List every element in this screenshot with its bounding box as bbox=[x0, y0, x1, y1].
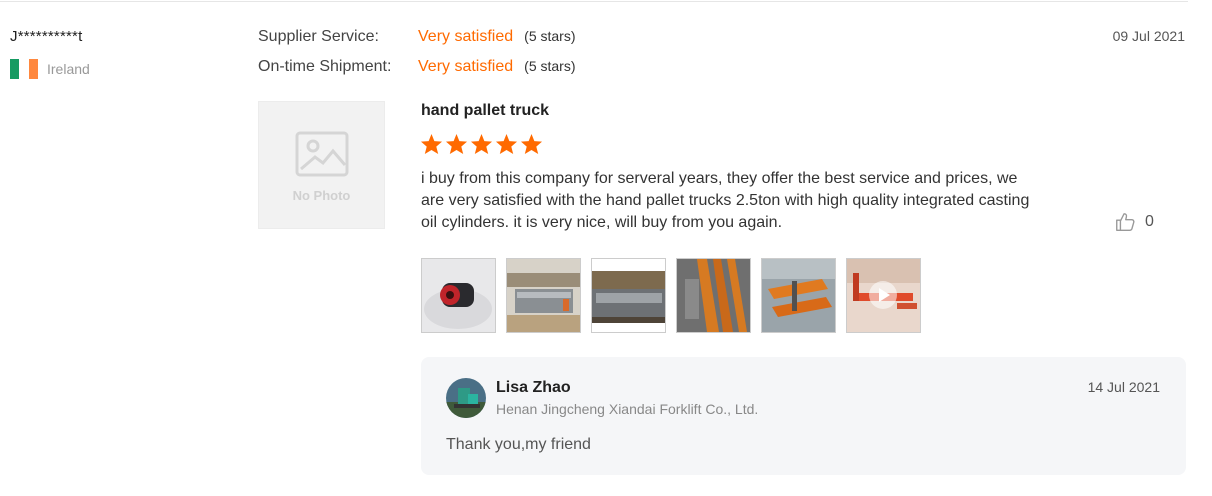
reply-company-name: Henan Jingcheng Xiandai Forklift Co., Lt… bbox=[496, 401, 759, 417]
rating-stars-text: (5 stars) bbox=[524, 28, 576, 44]
star-icon bbox=[520, 133, 543, 155]
no-photo-label: No Photo bbox=[292, 188, 351, 203]
review-photos bbox=[421, 258, 921, 333]
photo-thumbnail[interactable] bbox=[591, 258, 666, 333]
product-image-placeholder: No Photo bbox=[258, 101, 385, 229]
like-count: 0 bbox=[1145, 213, 1154, 230]
star-icon bbox=[445, 133, 468, 155]
reply-date: 14 Jul 2021 bbox=[1087, 379, 1160, 395]
product-title: hand pallet truck bbox=[421, 102, 550, 119]
star-icon bbox=[420, 133, 443, 155]
country-name: Ireland bbox=[47, 61, 90, 77]
photo-thumbnail[interactable] bbox=[421, 258, 496, 333]
star-icon bbox=[470, 133, 493, 155]
photo-thumbnail[interactable] bbox=[506, 258, 581, 333]
rating-supplier-service: Supplier Service: Very satisfied (5 star… bbox=[258, 28, 576, 46]
rating-label: On-time Shipment: bbox=[258, 58, 392, 75]
photo-thumbnail[interactable] bbox=[676, 258, 751, 333]
thumbs-up-icon bbox=[1116, 213, 1135, 231]
rating-ontime-shipment: On-time Shipment: Very satisfied (5 star… bbox=[258, 58, 576, 76]
review-date: 09 Jul 2021 bbox=[1112, 28, 1185, 44]
like-button[interactable]: 0 bbox=[1114, 211, 1154, 233]
ireland-flag-icon bbox=[10, 59, 38, 79]
review-text: i buy from this company for serveral yea… bbox=[421, 170, 1030, 231]
product-rating-stars bbox=[420, 133, 543, 155]
rating-label: Supplier Service: bbox=[258, 28, 379, 45]
rating-stars-text: (5 stars) bbox=[524, 58, 576, 74]
buyer-country: Ireland bbox=[10, 59, 90, 79]
image-placeholder-icon bbox=[295, 131, 349, 177]
buyer-name: J**********t bbox=[10, 28, 83, 45]
avatar bbox=[446, 378, 486, 418]
rating-value: Very satisfied bbox=[418, 58, 514, 75]
reply-author-name: Lisa Zhao bbox=[496, 379, 571, 396]
top-divider bbox=[0, 1, 1188, 2]
reply-text: Thank you,my friend bbox=[446, 436, 591, 453]
rating-value: Very satisfied bbox=[418, 28, 514, 45]
supplier-reply: Lisa Zhao Henan Jingcheng Xiandai Forkli… bbox=[421, 357, 1186, 475]
photo-thumbnail[interactable] bbox=[761, 258, 836, 333]
star-icon bbox=[495, 133, 518, 155]
video-thumbnail[interactable] bbox=[846, 258, 921, 333]
